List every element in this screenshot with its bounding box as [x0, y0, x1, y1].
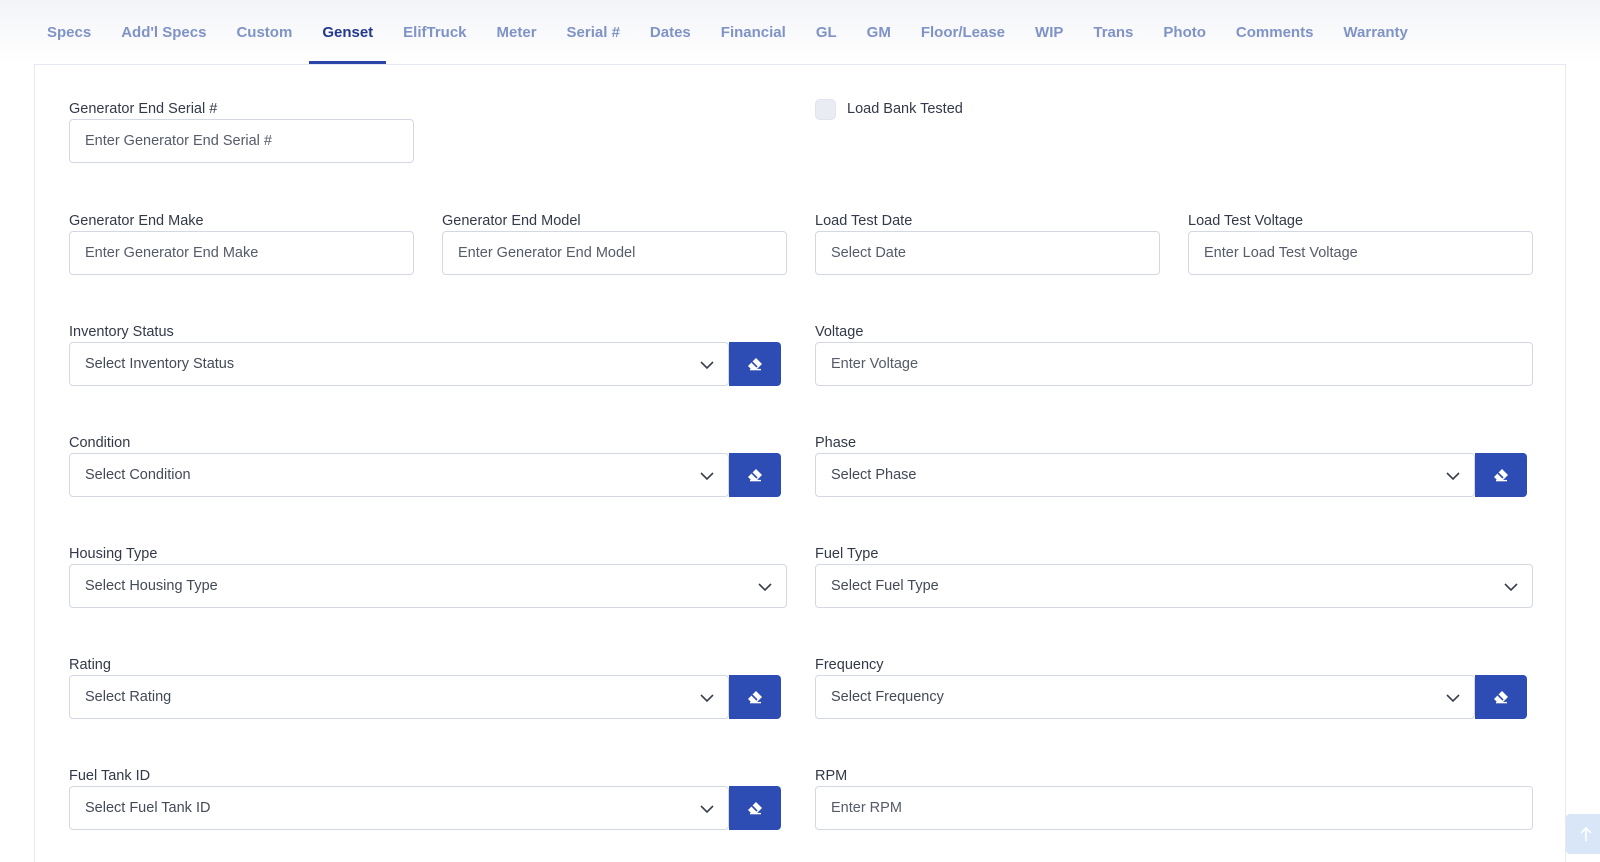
tab-gl[interactable]: GL — [803, 0, 850, 64]
phase-select[interactable]: Select Phase — [815, 453, 1475, 497]
genset-form-panel: Generator End Serial # Load Bank Tested … — [34, 64, 1566, 862]
chevron-down-icon — [700, 361, 714, 370]
voltage-label: Voltage — [815, 324, 864, 340]
tab-dates[interactable]: Dates — [637, 0, 704, 64]
rpm-label: RPM — [815, 768, 848, 784]
chevron-down-icon — [1504, 583, 1518, 592]
rating-clear-button[interactable] — [729, 675, 781, 719]
fuel-type-select[interactable]: Select Fuel Type — [815, 564, 1533, 608]
load-bank-tested-checkbox[interactable] — [815, 98, 836, 120]
voltage-field: Voltage — [815, 322, 1533, 386]
arrow-up-icon — [1580, 826, 1592, 841]
load-test-date-input[interactable] — [815, 231, 1160, 275]
housing-type-value: Select Housing Type — [85, 578, 218, 594]
gen-end-model-input[interactable] — [442, 231, 787, 275]
inventory-status-field: Inventory Status Select Inventory Status — [69, 322, 781, 386]
phase-field: Phase Select Phase — [815, 433, 1527, 497]
voltage-input[interactable] — [815, 342, 1533, 386]
fuel-tank-id-label: Fuel Tank ID — [69, 768, 151, 784]
gen-end-serial-input[interactable] — [69, 119, 414, 163]
eraser-icon — [748, 802, 762, 815]
fuel-tank-id-clear-button[interactable] — [729, 786, 781, 830]
load-test-date-field: Load Test Date — [815, 211, 1160, 275]
eraser-icon — [748, 469, 762, 482]
chevron-down-icon — [1446, 694, 1460, 703]
chevron-down-icon — [1446, 472, 1460, 481]
scroll-to-top-button[interactable] — [1566, 814, 1600, 854]
condition-select[interactable]: Select Condition — [69, 453, 729, 497]
load-test-voltage-field: Load Test Voltage — [1188, 211, 1533, 275]
inventory-status-label: Inventory Status — [69, 324, 174, 340]
load-test-voltage-input[interactable] — [1188, 231, 1533, 275]
phase-label: Phase — [815, 435, 857, 451]
gen-end-serial-label: Generator End Serial # — [69, 101, 218, 117]
fuel-tank-id-select[interactable]: Select Fuel Tank ID — [69, 786, 729, 830]
tab-genset[interactable]: Genset — [309, 0, 387, 64]
chevron-down-icon — [758, 583, 772, 592]
frequency-field: Frequency Select Frequency — [815, 655, 1527, 719]
chevron-down-icon — [700, 694, 714, 703]
tab-warranty[interactable]: Warranty — [1330, 0, 1420, 64]
rating-label: Rating — [69, 657, 111, 673]
fuel-type-field: Fuel Type Select Fuel Type — [815, 544, 1533, 608]
rpm-input[interactable] — [815, 786, 1533, 830]
inventory-status-value: Select Inventory Status — [85, 356, 235, 372]
load-test-date-label: Load Test Date — [815, 213, 913, 229]
phase-value: Select Phase — [831, 467, 917, 483]
housing-type-label: Housing Type — [69, 546, 158, 562]
rating-select[interactable]: Select Rating — [69, 675, 729, 719]
condition-field: Condition Select Condition — [69, 433, 781, 497]
eraser-icon — [1494, 469, 1508, 482]
gen-end-model-label: Generator End Model — [442, 213, 581, 229]
rating-field: Rating Select Rating — [69, 655, 781, 719]
tab-specs[interactable]: Specs — [34, 0, 104, 64]
frequency-clear-button[interactable] — [1475, 675, 1527, 719]
eraser-icon — [748, 358, 762, 371]
gen-end-make-input[interactable] — [69, 231, 414, 275]
chevron-down-icon — [700, 472, 714, 481]
rpm-field: RPM — [815, 766, 1533, 830]
tab-wip[interactable]: WIP — [1022, 0, 1076, 64]
tab-comments[interactable]: Comments — [1223, 0, 1327, 64]
fuel-tank-id-field: Fuel Tank ID Select Fuel Tank ID — [69, 766, 781, 830]
gen-end-make-field: Generator End Make — [69, 211, 414, 275]
tab-bar: Specs Add'l Specs Custom Genset ElifTruc… — [34, 0, 1566, 64]
inventory-status-clear-button[interactable] — [729, 342, 781, 386]
tab-eliftruck[interactable]: ElifTruck — [390, 0, 479, 64]
fuel-tank-id-value: Select Fuel Tank ID — [85, 800, 211, 816]
phase-clear-button[interactable] — [1475, 453, 1527, 497]
frequency-label: Frequency — [815, 657, 884, 673]
frequency-value: Select Frequency — [831, 689, 944, 705]
condition-label: Condition — [69, 435, 131, 451]
chevron-down-icon — [700, 805, 714, 814]
load-bank-tested-field: Load Bank Tested — [815, 98, 1215, 120]
frequency-select[interactable]: Select Frequency — [815, 675, 1475, 719]
tab-gm[interactable]: GM — [854, 0, 904, 64]
load-test-voltage-label: Load Test Voltage — [1188, 213, 1304, 229]
tab-custom[interactable]: Custom — [223, 0, 305, 64]
rating-value: Select Rating — [85, 689, 172, 705]
tab-floor-lease[interactable]: Floor/Lease — [908, 0, 1018, 64]
tab-serial[interactable]: Serial # — [554, 0, 633, 64]
condition-value: Select Condition — [85, 467, 191, 483]
gen-end-make-label: Generator End Make — [69, 213, 204, 229]
fuel-type-value: Select Fuel Type — [831, 578, 939, 594]
gen-end-serial-field: Generator End Serial # — [69, 99, 414, 163]
inventory-status-select[interactable]: Select Inventory Status — [69, 342, 729, 386]
load-bank-tested-label: Load Bank Tested — [847, 101, 963, 117]
tab-meter[interactable]: Meter — [484, 0, 550, 64]
tab-addl-specs[interactable]: Add'l Specs — [108, 0, 219, 64]
fuel-type-label: Fuel Type — [815, 546, 879, 562]
gen-end-model-field: Generator End Model — [442, 211, 787, 275]
tab-photo[interactable]: Photo — [1150, 0, 1219, 64]
eraser-icon — [1494, 691, 1508, 704]
condition-clear-button[interactable] — [729, 453, 781, 497]
tab-financial[interactable]: Financial — [708, 0, 799, 64]
housing-type-select[interactable]: Select Housing Type — [69, 564, 787, 608]
eraser-icon — [748, 691, 762, 704]
housing-type-field: Housing Type Select Housing Type — [69, 544, 787, 608]
tab-trans[interactable]: Trans — [1080, 0, 1146, 64]
